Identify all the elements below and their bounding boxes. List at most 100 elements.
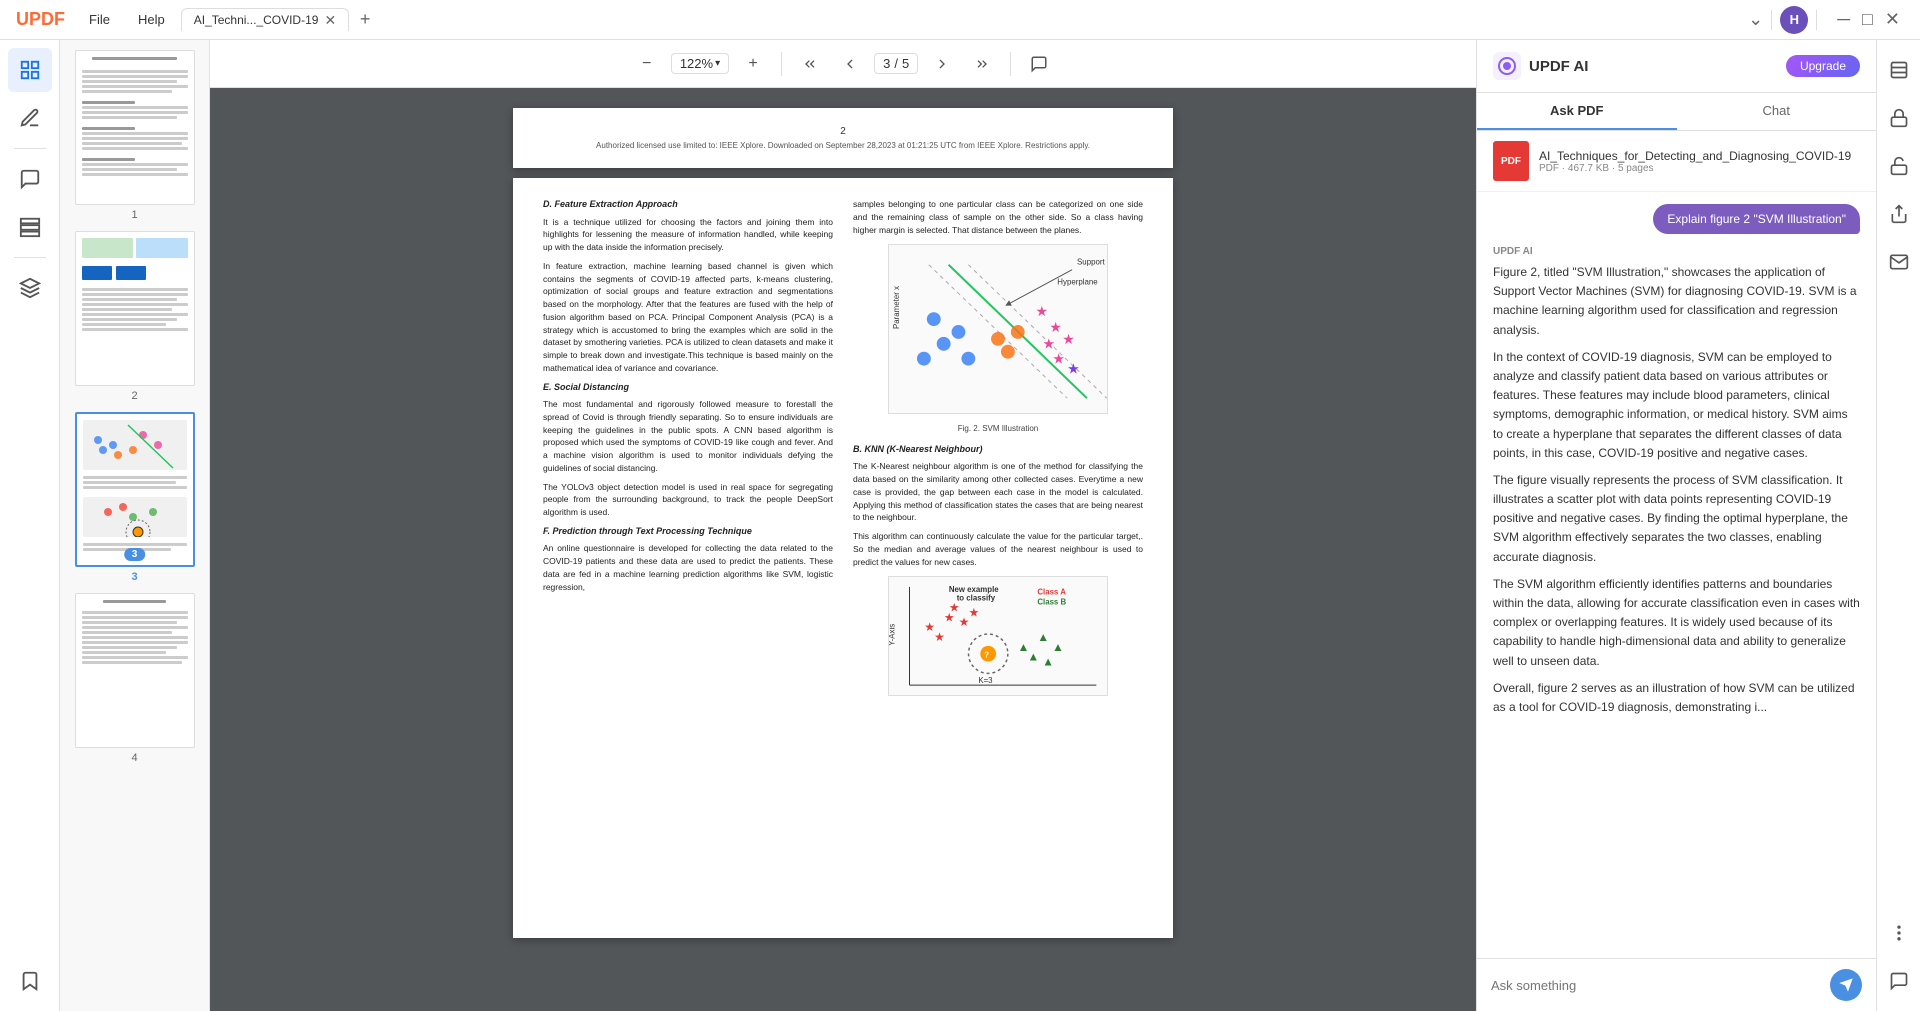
response-p3: The figure visually represents the proce…	[1493, 471, 1860, 567]
sidebar-icon-annotate[interactable]	[8, 157, 52, 201]
sidebar-icon-organize[interactable]	[8, 205, 52, 249]
svg-text:▲: ▲	[1042, 655, 1054, 669]
thumbnail-page-4[interactable]: 4	[70, 593, 199, 764]
ai-input-field[interactable]	[1491, 978, 1822, 993]
suggest-bubble-wrapper: Explain figure 2 "SVM Illustration"	[1493, 204, 1860, 234]
pdf-content: D. Feature Extraction Approach It is a t…	[513, 178, 1173, 729]
ai-tabs: Ask PDF Chat	[1477, 93, 1876, 131]
thumbnail-page-1[interactable]: 1	[70, 50, 199, 221]
nav-prev-button[interactable]	[834, 48, 866, 80]
ai-label: UPDF AI	[1493, 246, 1860, 257]
ai-response-text: Figure 2, titled "SVM Illustration," sho…	[1493, 263, 1860, 717]
right-icon-dots[interactable]	[1877, 911, 1920, 955]
svg-text:?: ?	[984, 651, 989, 660]
knn-figure-container: Y-Axis New example to classify Class A C…	[853, 576, 1143, 701]
ai-response-block: UPDF AI Figure 2, titled "SVM Illustrati…	[1493, 246, 1860, 725]
thumb-num-3: 3	[131, 571, 137, 583]
section-d-title: D. Feature Extraction Approach	[543, 198, 833, 212]
svg-text:★: ★	[934, 630, 945, 644]
menu-file[interactable]: File	[77, 8, 122, 31]
upgrade-button[interactable]: Upgrade	[1786, 55, 1860, 77]
tab-document[interactable]: AI_Techni..._COVID-19 ✕	[181, 8, 349, 31]
sidebar-icon-bookmark[interactable]	[8, 959, 52, 1003]
thumb-img-3: 3	[75, 412, 195, 567]
right-icon-mail[interactable]	[1877, 240, 1920, 284]
page-nav-display: 3 / 5	[874, 53, 918, 74]
pdf-page-header-text: Authorized licensed use limited to: IEEE…	[596, 141, 1090, 150]
left-sidebar	[0, 40, 60, 1011]
sidebar-icon-edit[interactable]	[8, 96, 52, 140]
dropdown-icon[interactable]: ⌄	[1748, 9, 1763, 30]
ai-input-area	[1477, 958, 1876, 1011]
sidebar-icon-thumbnails[interactable]	[8, 48, 52, 92]
ai-panel-title: UPDF AI	[1529, 58, 1588, 75]
right-icon-lock[interactable]	[1877, 96, 1920, 140]
response-p4: The SVM algorithm efficiently identifies…	[1493, 575, 1860, 671]
tab-add-button[interactable]: +	[351, 6, 379, 34]
nav-last-button[interactable]	[966, 48, 998, 80]
tab-ask-pdf[interactable]: Ask PDF	[1477, 93, 1677, 130]
zoom-display[interactable]: 122% ▾	[671, 53, 729, 74]
svg-text:Class B: Class B	[1037, 598, 1066, 607]
thumb-content-3	[77, 414, 193, 565]
pdf-icon-label: PDF	[1501, 156, 1521, 167]
right-icon-share[interactable]	[1877, 192, 1920, 236]
menu-help[interactable]: Help	[126, 8, 177, 31]
right-icon-ai-chat[interactable]	[1877, 959, 1920, 1003]
page-current: 3	[883, 56, 890, 71]
response-p2: In the context of COVID-19 diagnosis, SV…	[1493, 348, 1860, 463]
titlebar-right: ⌄ H ─ □ ✕	[1748, 6, 1912, 34]
svg-text:New example: New example	[949, 585, 999, 594]
thumbnail-page-2[interactable]: 2	[70, 231, 199, 402]
file-type-meta: PDF	[1539, 163, 1559, 174]
svg-text:Support Vector: Support Vector	[1077, 258, 1108, 267]
comment-button[interactable]	[1023, 48, 1055, 80]
svm-figure-container: Parameter x Support Vector Hyperplane	[853, 244, 1143, 435]
svg-text:★: ★	[1062, 331, 1074, 347]
response-p1: Figure 2, titled "SVM Illustration," sho…	[1493, 263, 1860, 340]
sidebar-divider2	[14, 257, 46, 258]
pdf-scroll[interactable]: 2 Authorized licensed use limited to: IE…	[210, 88, 1476, 1011]
section-e-para1: The most fundamental and rigorously foll…	[543, 398, 833, 475]
sidebar-icon-layers[interactable]	[8, 266, 52, 310]
ai-messages: Explain figure 2 "SVM Illustration" UPDF…	[1477, 192, 1876, 958]
app-body: 1	[0, 40, 1920, 1011]
pdf-page-number-top: 2	[596, 126, 1090, 137]
file-meta: PDF · 467.7 KB · 5 pages	[1539, 163, 1851, 174]
thumb-num-1: 1	[131, 209, 137, 221]
svg-text:★: ★	[969, 606, 980, 620]
right-icon-unlock[interactable]	[1877, 144, 1920, 188]
minimize-button[interactable]: ─	[1837, 9, 1850, 30]
knn-figure: Y-Axis New example to classify Class A C…	[888, 576, 1108, 696]
zoom-dropdown-icon: ▾	[715, 58, 720, 69]
thumb-content-2	[76, 232, 194, 385]
ai-send-button[interactable]	[1830, 969, 1862, 1001]
maximize-button[interactable]: □	[1862, 9, 1873, 30]
tab-chat[interactable]: Chat	[1677, 93, 1877, 130]
file-name: AI_Techniques_for_Detecting_and_Diagnosi…	[1539, 149, 1851, 163]
close-button[interactable]: ✕	[1885, 9, 1900, 30]
svg-text:Y-Axis: Y-Axis	[888, 624, 897, 646]
titlebar: UPDF File Help AI_Techni..._COVID-19 ✕ +…	[0, 0, 1920, 40]
section-d-para2: In feature extraction, machine learning …	[543, 260, 833, 375]
svg-text:★: ★	[1049, 319, 1061, 335]
section-b-title: B. KNN (K-Nearest Neighbour)	[853, 443, 1143, 457]
separator-line2	[1816, 10, 1817, 30]
svg-text:Parameter x: Parameter x	[892, 286, 901, 329]
nav-next-button[interactable]	[926, 48, 958, 80]
thumb-num-4: 4	[131, 752, 137, 764]
tab-label: AI_Techni..._COVID-19	[194, 13, 319, 27]
zoom-out-button[interactable]: −	[631, 48, 663, 80]
thumbnail-page-3[interactable]: 3 3	[70, 412, 199, 583]
zoom-in-button[interactable]: +	[737, 48, 769, 80]
tab-close-icon[interactable]: ✕	[324, 13, 336, 27]
thumb-img-1	[75, 50, 195, 205]
ai-panel: UPDF AI Upgrade Ask PDF Chat PDF AI_Tech…	[1476, 40, 1876, 1011]
svg-text:★: ★	[1067, 361, 1079, 377]
svg-text:Class A: Class A	[1037, 588, 1066, 597]
right-col-para1: samples belonging to one particular clas…	[853, 198, 1143, 236]
nav-first-button[interactable]	[794, 48, 826, 80]
section-f-title: F. Prediction through Text Processing Te…	[543, 525, 833, 539]
right-icon-scan[interactable]	[1877, 48, 1920, 92]
thumb-content-4	[76, 594, 194, 747]
